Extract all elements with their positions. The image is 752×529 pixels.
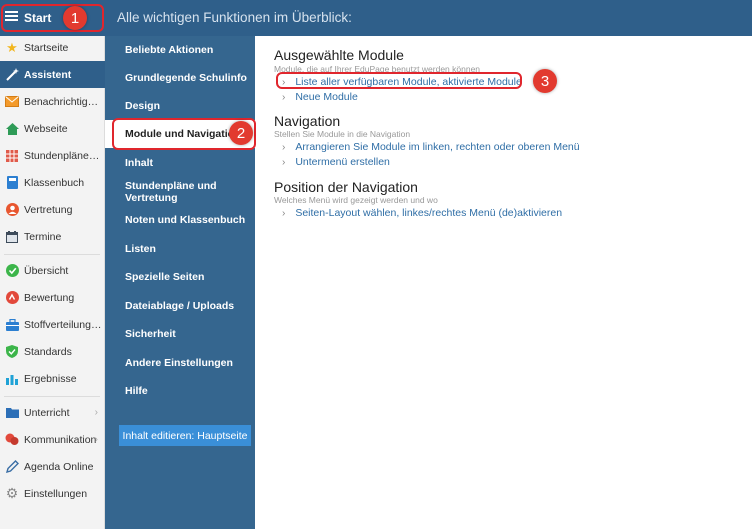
menu-item-spezielle-seiten[interactable]: Spezielle Seiten [105, 263, 255, 291]
chevron-right-icon: › [282, 207, 286, 219]
sidebar-item-unterricht[interactable]: Unterricht › [0, 399, 105, 426]
sidebar-item-assistent[interactable]: Assistent [0, 61, 105, 88]
menu-item-andere-einstellungen[interactable]: Andere Einstellungen [105, 349, 255, 377]
link-new-modules[interactable]: › Neue Module [282, 91, 358, 103]
chat-icon [5, 433, 19, 447]
folder-icon [5, 406, 19, 420]
menu-item-sicherheit[interactable]: Sicherheit [105, 320, 255, 348]
menu-item-stundenplaene-vertretung[interactable]: Stundenpläne und Vertretung [105, 178, 255, 206]
edit-content-button[interactable]: Inhalt editieren: Hauptseite [119, 425, 251, 446]
sidebar-item-kommunikation[interactable]: Kommunikation › [0, 426, 105, 453]
sidebar-item-stoffverteilung[interactable]: Stoffverteilungsplan [0, 311, 105, 338]
magic-wand-icon [5, 67, 19, 82]
main-content: Ausgewählte Module Module, die auf Ihrer… [256, 36, 752, 529]
menu-item-inhalt[interactable]: Inhalt [105, 149, 255, 177]
sidebar-item-bewertung[interactable]: Bewertung [0, 284, 105, 311]
menu-item-dateiablage[interactable]: Dateiablage / Uploads [105, 292, 255, 320]
chevron-right-icon: › [282, 141, 286, 153]
sidebar-divider [4, 396, 100, 397]
chevron-right-icon: › [94, 434, 98, 445]
sidebar-item-klassenbuch[interactable]: Klassenbuch [0, 169, 105, 196]
sidebar-item-vertretung[interactable]: Vertretung [0, 196, 105, 223]
sidebar-item-stundenplaene[interactable]: Stundenpläne und Vertretung [0, 142, 105, 169]
person-icon [5, 203, 19, 217]
grade-icon [5, 291, 19, 305]
calendar-icon [5, 230, 19, 244]
menu-item-noten-klassenbuch[interactable]: Noten und Klassenbuch [105, 206, 255, 234]
left-sidebar: Start ★ Startseite Assistent Benachricht… [0, 0, 105, 529]
sidebar-item-ergebnisse[interactable]: Ergebnisse [0, 365, 105, 392]
menu-item-grundlegende-schulinfo[interactable]: Grundlegende Schulinfo [105, 64, 255, 92]
annotation-box-1 [1, 4, 104, 32]
briefcase-icon [5, 318, 19, 332]
sidebar-item-benachrichtigungen[interactable]: Benachrichtigungen [0, 88, 105, 115]
sidebar-item-startseite[interactable]: ★ Startseite [0, 34, 105, 61]
section-title: Navigation [274, 113, 341, 129]
sidebar-item-webseite[interactable]: Webseite [0, 115, 105, 142]
menu-item-beliebte-aktionen[interactable]: Beliebte Aktionen [105, 36, 255, 64]
menu-item-design[interactable]: Design [105, 92, 255, 120]
pen-icon [5, 460, 19, 474]
menu-item-listen[interactable]: Listen [105, 235, 255, 263]
section-title: Ausgewählte Module [274, 47, 404, 63]
timetable-icon [5, 149, 19, 163]
gear-icon: ⚙ [5, 485, 19, 501]
chevron-right-icon: › [94, 407, 98, 418]
check-circle-icon [5, 264, 19, 278]
annotation-box-3 [276, 72, 522, 89]
settings-menu: Beliebte Aktionen Grundlegende Schulinfo… [105, 36, 256, 529]
top-header: Alle wichtigen Funktionen im Überblick: [105, 0, 752, 36]
sidebar-divider [4, 254, 100, 255]
link-create-submenu[interactable]: › Untermenü erstellen [282, 156, 390, 168]
chevron-right-icon: › [282, 156, 286, 168]
annotation-badge-3: 3 [533, 69, 557, 93]
bar-chart-icon [5, 372, 19, 386]
section-subtitle: Stellen Sie Module in die Navigation [274, 129, 411, 139]
sidebar-item-standards[interactable]: Standards [0, 338, 105, 365]
home-icon [5, 122, 19, 136]
annotation-badge-1: 1 [63, 6, 87, 30]
annotation-badge-2: 2 [229, 121, 253, 145]
link-arrange-modules[interactable]: › Arrangieren Sie Module im linken, rech… [282, 141, 580, 153]
star-icon: ★ [6, 39, 18, 55]
envelope-icon [5, 95, 19, 109]
section-subtitle: Welches Menü wird gezeigt werden und wo [274, 195, 438, 205]
book-icon [5, 176, 19, 190]
section-title: Position der Navigation [274, 179, 418, 195]
sidebar-item-agenda-online[interactable]: Agenda Online [0, 453, 105, 480]
sidebar-item-einstellungen[interactable]: ⚙ Einstellungen [0, 480, 105, 507]
chevron-right-icon: › [282, 91, 286, 103]
page-title: Alle wichtigen Funktionen im Überblick: [117, 10, 352, 25]
menu-item-hilfe[interactable]: Hilfe [105, 377, 255, 405]
sidebar-item-termine[interactable]: Termine [0, 223, 105, 250]
sidebar-item-uebersicht[interactable]: Übersicht [0, 257, 105, 284]
link-page-layout[interactable]: › Seiten-Layout wählen, linkes/rechtes M… [282, 207, 562, 219]
shield-icon [5, 345, 19, 359]
